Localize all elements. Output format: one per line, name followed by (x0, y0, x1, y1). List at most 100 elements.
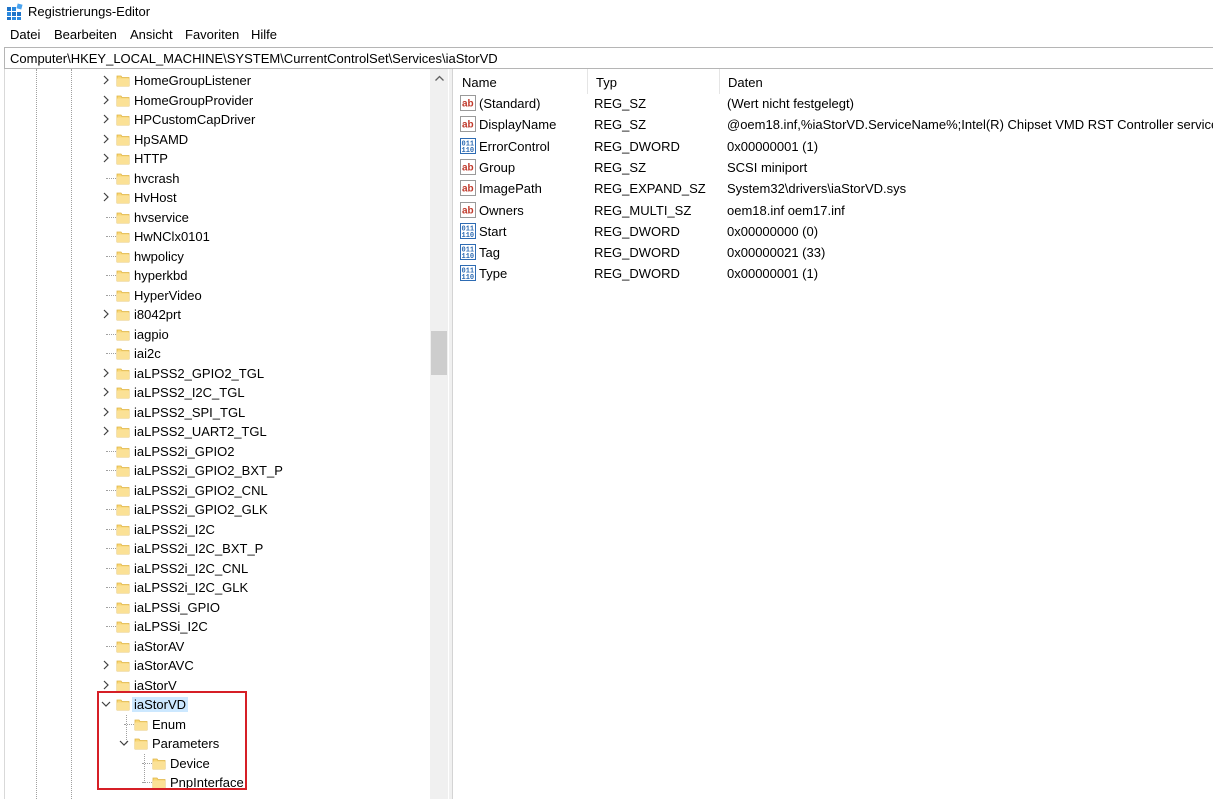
tree-item-label: iaLPSS2i_GPIO2 (134, 443, 235, 459)
tree-item-hypervideo[interactable]: HyperVideo (5, 286, 431, 306)
value-row[interactable]: 011 110 Type REG_DWORD 0x00000001 (1) (454, 264, 1213, 285)
tree-item-ialpssi-gpio[interactable]: iaLPSSi_GPIO (5, 598, 431, 618)
title-bar: Registrierungs-Editor (0, 0, 1213, 24)
chevron-right-icon[interactable] (100, 191, 112, 203)
chevron-right-icon[interactable] (100, 679, 112, 691)
value-type: REG_MULTI_SZ (594, 202, 692, 218)
chevron-right-icon[interactable] (100, 308, 112, 320)
tree-item-ialpss2i-gpio2-glk[interactable]: iaLPSS2i_GPIO2_GLK (5, 500, 431, 520)
column-header-data[interactable]: Daten (720, 69, 1213, 94)
chevron-right-icon[interactable] (100, 113, 112, 125)
tree-item-iai2c[interactable]: iai2c (5, 344, 431, 364)
values-list[interactable]: Name Typ Daten ab (Standard) REG_SZ (Wert n… (454, 69, 1213, 799)
folder-icon (134, 719, 148, 730)
tree-item-iastorv[interactable]: iaStorV (5, 676, 431, 696)
folder-icon (152, 777, 166, 789)
chevron-right-icon[interactable] (100, 367, 112, 379)
value-row[interactable]: ab DisplayName REG_SZ @oem18.inf,%iaStorVD.… (454, 115, 1213, 136)
folder-icon (116, 173, 130, 184)
tree-item-ialpss2-uart2-tgl[interactable]: iaLPSS2_UART2_TGL (5, 422, 431, 442)
folder-icon (116, 621, 130, 633)
binary-value-icon: 011110 (460, 244, 476, 261)
value-type: REG_DWORD (594, 138, 680, 154)
value-type: REG_DWORD (594, 223, 680, 239)
tree-item-http[interactable]: HTTP (5, 149, 431, 169)
tree-item-ialpss2-gpio2-tgl[interactable]: iaLPSS2_GPIO2_TGL (5, 364, 431, 384)
tree-item-ialpss2-spi-tgl[interactable]: iaLPSS2_SPI_TGL (5, 403, 431, 423)
tree-item-device[interactable]: Device (5, 754, 431, 774)
tree-item-ialpss2i-i2c-glk[interactable]: iaLPSS2i_I2C_GLK (5, 578, 431, 598)
tree-connector (106, 567, 116, 569)
chevron-right-icon[interactable] (100, 425, 112, 437)
tree-item-ialpss2i-gpio2-cnl[interactable]: iaLPSS2i_GPIO2_CNL (5, 481, 431, 501)
address-bar[interactable]: Computer\HKEY_LOCAL_MACHINE\SYSTEM\Curre… (4, 47, 1213, 69)
tree-item-pnpinterface[interactable]: PnpInterface (5, 773, 431, 793)
binary-value-icon: 011110 (460, 137, 476, 154)
key-tree[interactable]: HomeGroupListener HomeGroupProvider HPCust… (4, 69, 449, 799)
tree-item-hvcrash[interactable]: hvcrash (5, 169, 431, 189)
chevron-right-icon[interactable] (100, 94, 112, 106)
window-title: Registrierungs-Editor (28, 4, 151, 19)
chevron-right-icon[interactable] (100, 659, 112, 671)
menu-hilfe[interactable]: Hilfe (251, 27, 277, 42)
value-row[interactable]: ab Owners REG_MULTI_SZ oem18.inf oem17.inf (454, 201, 1213, 222)
tree-item-label: iaStorV (134, 677, 177, 693)
tree-item-ialpss2i-i2c-cnl[interactable]: iaLPSS2i_I2C_CNL (5, 559, 431, 579)
tree-item-ialpss2i-gpio2-bxt-p[interactable]: iaLPSS2i_GPIO2_BXT_P (5, 461, 431, 481)
tree-item-ialpssi-i2c[interactable]: iaLPSSi_I2C (5, 617, 431, 637)
value-row[interactable]: 011 110 ErrorControl REG_DWORD 0x00000001 (1… (454, 137, 1213, 158)
value-row[interactable]: ab (Standard) REG_SZ (Wert nicht festgelegt… (454, 94, 1213, 115)
menu-favoriten[interactable]: Favoriten (185, 27, 239, 42)
pane-splitter[interactable] (449, 69, 453, 799)
folder-icon (116, 641, 130, 652)
address-path[interactable]: Computer\HKEY_LOCAL_MACHINE\SYSTEM\Curre… (10, 51, 498, 66)
tree-item-ialpss2i-i2c-bxt-p[interactable]: iaLPSS2i_I2C_BXT_P (5, 539, 431, 559)
chevron-right-icon[interactable] (100, 386, 112, 398)
chevron-right-icon[interactable] (100, 74, 112, 86)
folder-icon (116, 231, 130, 243)
svg-text:110: 110 (462, 147, 475, 154)
menu-datei[interactable]: Datei (10, 27, 40, 42)
column-header-name[interactable]: Name (454, 69, 588, 94)
value-row[interactable]: 011 110 Start REG_DWORD 0x00000000 (0) (454, 222, 1213, 243)
tree-item-ialpss2i-gpio2[interactable]: iaLPSS2i_GPIO2 (5, 442, 431, 462)
scroll-up-button[interactable] (430, 69, 448, 87)
chevron-right-icon[interactable] (100, 152, 112, 164)
column-header-type[interactable]: Typ (588, 69, 720, 94)
chevron-right-icon[interactable] (100, 406, 112, 418)
tree-item-iastorav[interactable]: iaStorAV (5, 637, 431, 657)
tree-item-hpcustomcapdriver[interactable]: HPCustomCapDriver (5, 110, 431, 130)
tree-item-hvservice[interactable]: hvservice (5, 208, 431, 228)
tree-item-i8042prt[interactable]: i8042prt (5, 305, 431, 325)
tree-scrollbar[interactable] (430, 69, 448, 799)
tree-item-iastoravc[interactable]: iaStorAVC (5, 656, 431, 676)
chevron-down-icon[interactable] (100, 698, 112, 710)
menu-ansicht[interactable]: Ansicht (130, 27, 173, 42)
tree-item-label: iaLPSS2_GPIO2_TGL (134, 365, 265, 381)
value-row[interactable]: ab ImagePath REG_EXPAND_SZ System32\drivers… (454, 179, 1213, 200)
tree-item-hpsamd[interactable]: HpSAMD (5, 130, 431, 150)
tree-item-hvhost[interactable]: HvHost (5, 188, 431, 208)
tree-item-homegrouplistener[interactable]: HomeGroupListener (5, 71, 431, 91)
list-header: Name Typ Daten (454, 69, 1213, 94)
tree-item-iastorvd[interactable]: iaStorVD (5, 695, 431, 715)
tree-item-hwnclx0101[interactable]: HwNClx0101 (5, 227, 431, 247)
tree-item-label: Parameters (152, 736, 220, 751)
value-row[interactable]: 011 110 Tag REG_DWORD 0x00000021 (33) (454, 243, 1213, 264)
tree-item-ialpss2-i2c-tgl[interactable]: iaLPSS2_I2C_TGL (5, 383, 431, 403)
value-row[interactable]: ab Group REG_SZ SCSI miniport (454, 158, 1213, 179)
tree-item-hyperkbd[interactable]: hyperkbd (5, 266, 431, 286)
scroll-thumb[interactable] (431, 331, 447, 375)
tree-item-iagpio[interactable]: iagpio (5, 325, 431, 345)
tree-item-hwpolicy[interactable]: hwpolicy (5, 247, 431, 267)
tree-item-label: HyperVideo (134, 287, 202, 303)
tree-item-homegroupprovider[interactable]: HomeGroupProvider (5, 91, 431, 111)
tree-item-label: HPCustomCapDriver (134, 112, 256, 127)
tree-item-enum[interactable]: Enum (5, 715, 431, 735)
menu-bearbeiten[interactable]: Bearbeiten (54, 27, 117, 42)
tree-item-parameters[interactable]: Parameters (5, 734, 431, 754)
chevron-down-icon[interactable] (118, 737, 130, 749)
tree-item-label: iaLPSS2i_I2C_GLK (134, 580, 249, 595)
chevron-right-icon[interactable] (100, 133, 112, 145)
tree-item-ialpss2i-i2c[interactable]: iaLPSS2i_I2C (5, 520, 431, 540)
